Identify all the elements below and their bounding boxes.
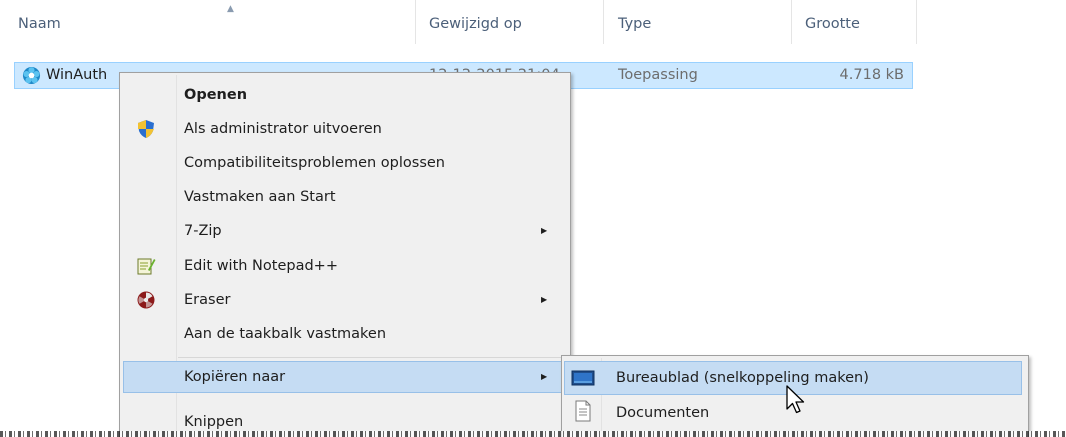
menu-separator [178, 357, 568, 358]
column-header-name[interactable]: Naam [18, 12, 61, 48]
file-type: Toepassing [618, 67, 698, 83]
sort-ascending-icon: ▲ [227, 4, 234, 14]
submenu-item-label: Bureaublad (snelkoppeling maken) [616, 370, 869, 386]
menu-item-label: 7-Zip [184, 223, 222, 239]
submenu-arrow-icon: ▶ [541, 295, 548, 304]
documents-icon [575, 400, 591, 422]
file-name[interactable]: WinAuth [46, 62, 107, 89]
menu-item-label: Edit with Notepad++ [184, 258, 338, 274]
uac-shield-icon [138, 120, 154, 138]
menu-item-label: Kopiëren naar [184, 369, 286, 385]
column-header-type[interactable]: Type [618, 12, 651, 48]
menu-item-label: Compatibiliteitsproblemen oplossen [184, 155, 445, 171]
column-divider[interactable] [791, 0, 792, 44]
column-header-size[interactable]: Grootte [805, 12, 860, 48]
partially-hidden-content [0, 431, 1066, 437]
column-divider[interactable] [415, 0, 416, 44]
submenu-item-label: Documenten [616, 405, 710, 421]
column-divider[interactable] [603, 0, 604, 44]
submenu-arrow-icon: ▶ [541, 372, 548, 381]
explorer-window: ▲ Naam Gewijzigd op Type Grootte WinAuth… [0, 0, 1066, 437]
menu-item-label: Openen [184, 87, 248, 103]
column-header-modified[interactable]: Gewijzigd op [429, 12, 522, 48]
winauth-app-icon [22, 66, 41, 85]
menu-item-label: Vastmaken aan Start [184, 189, 336, 205]
notepad-plus-plus-icon [137, 258, 156, 275]
menu-item-label: Eraser [184, 292, 231, 308]
menu-item-label: Als administrator uitvoeren [184, 121, 382, 137]
mouse-cursor-icon [786, 385, 805, 414]
menu-item-label: Aan de taakbalk vastmaken [184, 326, 387, 342]
submenu-arrow-icon: ▶ [541, 226, 548, 235]
eraser-icon [137, 291, 155, 309]
desktop-icon [571, 370, 595, 386]
file-size: 4.718 kB [839, 67, 904, 83]
column-divider[interactable] [916, 0, 917, 44]
